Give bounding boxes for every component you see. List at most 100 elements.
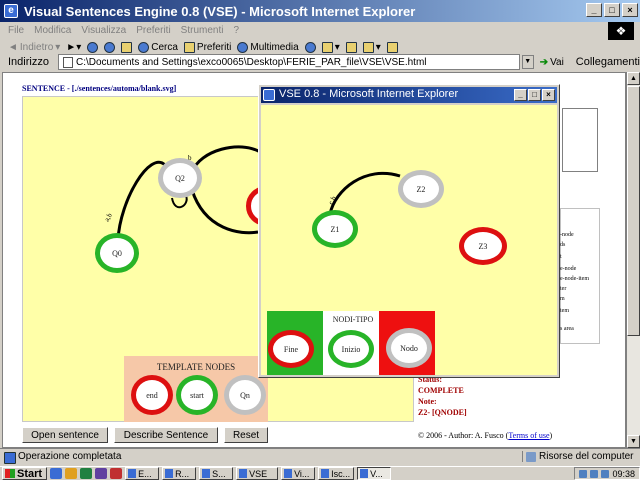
menu-bar: File Modifica Visualizza Preferiti Strum… [0,22,640,38]
legend-line-2: ds [560,242,566,248]
quicklaunch-media-icon[interactable] [95,468,108,479]
node-q2[interactable]: Q2 [158,158,202,198]
search-button[interactable]: Cerca [138,41,178,53]
popup-titlebar[interactable]: VSE 0.8 - Microsoft Internet Explorer _ … [261,87,557,103]
close-button[interactable]: × [622,3,638,17]
edit-button[interactable]: ▾ [362,41,381,53]
legend-line-8: tem [560,308,569,314]
template-node-end[interactable]: end [131,375,173,415]
node-q2-label: Q2 [175,173,185,183]
popup-node-z1[interactable]: Z1 [312,210,358,248]
legend-line-6: ter [560,286,567,292]
go-button[interactable]: ➔ Vai [540,57,564,68]
template-node-start[interactable]: start [176,375,218,415]
status-info: Status: COMPLETE Note: Z2- [QNODE] [418,374,467,418]
print-icon [345,41,357,53]
back-button[interactable]: ◄ Indietro ▾ [8,42,60,53]
go-arrow-icon: ➔ [539,56,549,68]
window-titlebar[interactable]: e Visual Sentences Engine 0.8 (VSE) - Mi… [0,0,640,22]
print-button[interactable] [345,41,357,53]
scroll-up-icon[interactable]: ▲ [627,72,640,85]
task-button-active[interactable]: V... [357,467,392,480]
word-icon [362,41,374,53]
refresh-icon [104,41,116,53]
window-controls: _ □ × [586,3,638,17]
popup-node-z2[interactable]: Z2 [398,170,444,208]
quicklaunch-ie-icon[interactable] [50,468,63,479]
links-button[interactable]: Collegamenti [576,56,640,68]
template-node-start-label: start [190,390,204,400]
history-button[interactable] [304,41,316,53]
go-label: Vai [550,56,564,68]
menu-visualizza[interactable]: Visualizza [81,25,126,36]
media-button[interactable]: Multimedia [237,41,299,53]
nodi-tipo-nodo[interactable]: Nodo [386,328,432,368]
page-icon [62,56,73,68]
search-icon [138,41,150,53]
popup-controls: _ □ × [514,89,555,101]
ie-app-icon: e [4,4,18,18]
popup-ie-icon [263,89,275,101]
quicklaunch-folder-icon[interactable] [65,468,78,479]
terms-link[interactable]: Terms of use [508,431,549,440]
nodi-tipo-nodo-label: Nodo [400,343,418,353]
media-label: Multimedia [250,41,299,53]
back-label: Indietro [19,41,54,53]
page-scrollbar[interactable]: ▲ ▼ [626,72,640,448]
stop-button[interactable] [87,41,99,53]
menu-file[interactable]: File [8,25,24,36]
forward-button[interactable]: ►▾ [66,42,81,53]
menu-modifica[interactable]: Modifica [34,25,71,36]
task-button-1[interactable]: E... [125,467,160,480]
template-node-qn[interactable]: Qn [224,375,266,415]
popup-maximize-button[interactable]: □ [528,89,541,101]
history-icon [304,41,316,53]
refresh-button[interactable] [104,41,116,53]
scroll-down-icon[interactable]: ▼ [627,435,640,448]
menu-help[interactable]: ? [233,25,239,36]
open-sentence-button[interactable]: Open sentence [22,427,108,443]
address-dropdown-button[interactable]: ▼ [521,55,534,69]
tray-network-icon[interactable] [579,469,588,478]
task-button-6[interactable]: Isc... [318,467,355,480]
minimize-button[interactable]: _ [586,3,602,17]
popup-close-button[interactable]: × [542,89,555,101]
task-button-5[interactable]: Vi... [281,467,316,480]
tray-security-icon[interactable] [601,469,610,478]
task-button-3[interactable]: S... [199,467,234,480]
address-label: Indirizzo [8,56,49,68]
favorites-button[interactable]: Preferiti [183,41,231,53]
address-value: C:\Documents and Settings\exco0065\Deskt… [75,56,427,68]
back-arrow-icon: ◄ [8,41,18,53]
start-button[interactable]: Start [2,467,48,480]
popup-node-z3-label: Z3 [478,241,488,251]
maximize-button[interactable]: □ [604,3,620,17]
nodi-tipo-inizio[interactable]: Inizio [328,330,374,368]
stop-icon [87,41,99,53]
describe-sentence-button[interactable]: Describe Sentence [114,427,218,443]
media-icon [237,41,249,53]
forward-arrow-icon: ►▾ [66,41,82,53]
quicklaunch-extra-icon[interactable] [110,468,123,479]
nodi-tipo-fine[interactable]: Fine [268,330,314,368]
menu-strumenti[interactable]: Strumenti [181,25,224,36]
quicklaunch-app-icon[interactable] [80,468,93,479]
address-input[interactable]: C:\Documents and Settings\exco0065\Deskt… [57,54,520,70]
clock[interactable]: 09:38 [612,469,635,479]
discuss-icon [386,41,398,53]
reset-button[interactable]: Reset [224,427,268,443]
scroll-thumb[interactable] [627,86,640,336]
menu-preferiti[interactable]: Preferiti [136,25,170,36]
task-button-2[interactable]: R... [162,467,197,480]
mail-button[interactable]: ▾ [321,41,340,53]
legend-line-1: -node [560,232,574,238]
home-button[interactable] [121,41,133,53]
tray-volume-icon[interactable] [590,469,599,478]
node-q0[interactable]: Q0 [95,233,139,273]
popup-node-z3[interactable]: Z3 [459,227,507,265]
task-button-vse[interactable]: VSE [236,467,279,480]
popup-minimize-button[interactable]: _ [514,89,527,101]
system-tray: 09:38 [574,467,640,480]
right-panel-listbox[interactable] [562,108,598,172]
discuss-button[interactable] [386,41,398,53]
